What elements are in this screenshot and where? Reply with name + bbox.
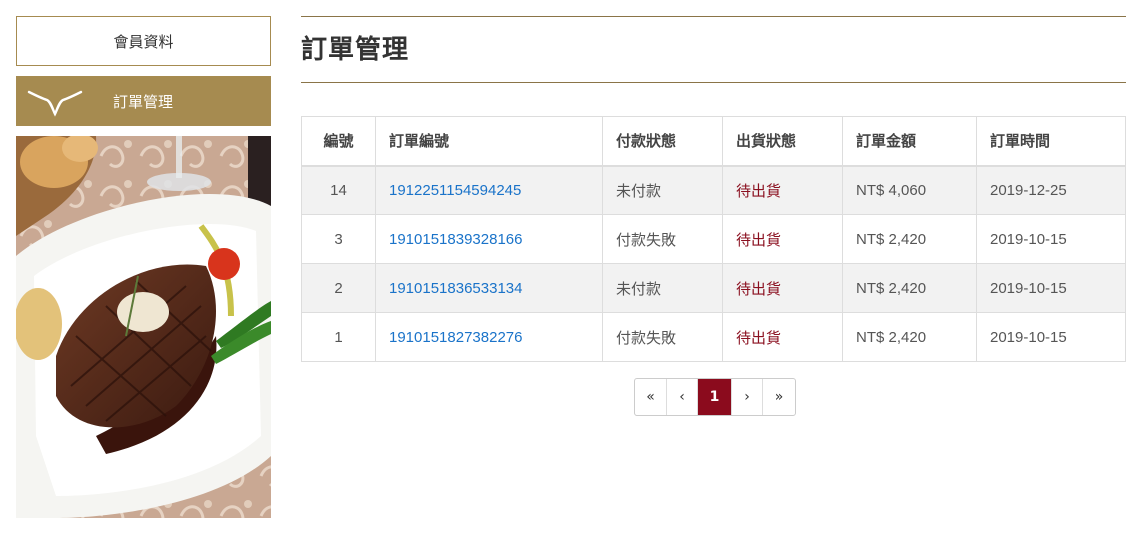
cell-shipping-status: 待出貨 [722,165,843,215]
longhorn-icon [27,90,83,117]
sidebar-item-label: 訂單管理 [113,92,174,111]
orders-table: 編號 訂單編號 付款狀態 出貨狀態 訂單金額 訂單時間 14 191225115… [301,116,1126,362]
column-header-id: 編號 [301,116,376,167]
table-row: 2 1910151836533134 未付款 待出貨 NT$ 2,420 201… [301,263,1126,313]
title-bottom-rule [301,82,1126,83]
order-number-link[interactable]: 1912251154594245 [375,165,603,215]
sidebar: 會員資料 訂單管理 [16,16,271,518]
column-header-order-number: 訂單編號 [375,116,603,167]
cell-order-amount: NT$ 4,060 [842,165,977,215]
table-row: 14 1912251154594245 未付款 待出貨 NT$ 4,060 20… [301,165,1126,215]
cell-payment-status: 付款失敗 [602,312,723,362]
cell-order-time: 2019-10-15 [976,214,1126,264]
current-page-button[interactable]: 1 [698,379,732,415]
next-page-button[interactable]: › [732,379,763,415]
column-header-shipping-status: 出貨狀態 [722,116,843,167]
sidebar-item-order-management[interactable]: 訂單管理 [16,76,271,126]
cell-order-time: 2019-10-15 [976,312,1126,362]
previous-page-button[interactable]: ‹ [667,379,698,415]
pagination: « ‹ 1 › » [634,378,796,416]
main-content: 訂單管理 編號 訂單編號 付款狀態 出貨狀態 訂單金額 訂單時間 14 1912… [301,16,1126,362]
cell-payment-status: 付款失敗 [602,214,723,264]
cell-shipping-status: 待出貨 [722,214,843,264]
cell-payment-status: 未付款 [602,263,723,313]
cell-id: 1 [301,312,376,362]
last-page-button[interactable]: » [763,379,795,415]
order-number-link[interactable]: 1910151839328166 [375,214,603,264]
cell-order-amount: NT$ 2,420 [842,312,977,362]
column-header-order-amount: 訂單金額 [842,116,977,167]
cell-id: 2 [301,263,376,313]
cell-shipping-status: 待出貨 [722,312,843,362]
table-row: 3 1910151839328166 付款失敗 待出貨 NT$ 2,420 20… [301,214,1126,264]
cell-order-time: 2019-10-15 [976,263,1126,313]
cell-id: 14 [301,165,376,215]
column-header-payment-status: 付款狀態 [602,116,723,167]
cell-shipping-status: 待出貨 [722,263,843,313]
cell-order-amount: NT$ 2,420 [842,263,977,313]
first-page-button[interactable]: « [635,379,667,415]
column-header-order-time: 訂單時間 [976,116,1126,167]
sidebar-item-member-profile[interactable]: 會員資料 [16,16,271,66]
cell-order-amount: NT$ 2,420 [842,214,977,264]
cell-payment-status: 未付款 [602,165,723,215]
page-title: 訂單管理 [301,35,410,65]
order-number-link[interactable]: 1910151836533134 [375,263,603,313]
sidebar-item-label: 會員資料 [113,32,174,51]
cell-order-time: 2019-12-25 [976,165,1126,215]
table-header-row: 編號 訂單編號 付款狀態 出貨狀態 訂單金額 訂單時間 [301,116,1126,167]
order-number-link[interactable]: 1910151827382276 [375,312,603,362]
steak-dish-image [16,136,271,518]
cell-id: 3 [301,214,376,264]
table-row: 1 1910151827382276 付款失敗 待出貨 NT$ 2,420 20… [301,312,1126,362]
